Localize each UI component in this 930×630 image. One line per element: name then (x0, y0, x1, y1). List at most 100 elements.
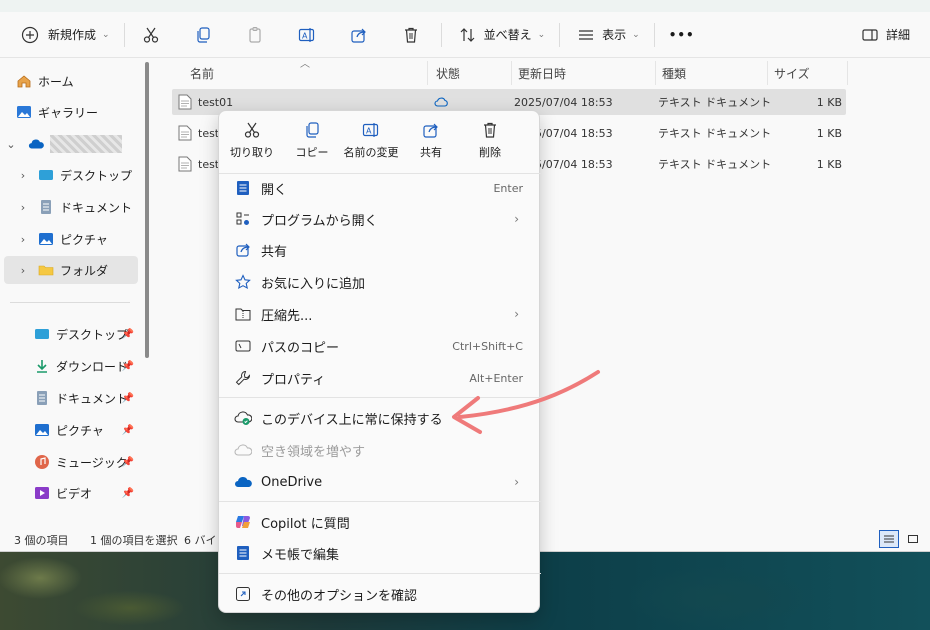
quick-access-downloads[interactable]: ダウンロード 📌 (34, 352, 138, 380)
cloud-keep-icon (233, 408, 253, 428)
open-icon (233, 178, 253, 198)
selected-count: 1 個の項目を選択 (90, 534, 178, 547)
sidebar-item-pictures[interactable]: › ピクチャ (16, 225, 154, 253)
menu-item-open[interactable]: 開く Enter (225, 173, 533, 203)
cut-icon (241, 119, 263, 141)
tiles-view-button[interactable] (903, 530, 923, 548)
quick-action-label: 切り取り (230, 146, 274, 159)
context-delete-button[interactable]: 削除 (460, 119, 520, 165)
view-button[interactable]: 表示 ⌄ (566, 19, 648, 51)
trash-icon (399, 23, 423, 47)
menu-item-label: プロパティ (261, 372, 326, 388)
sort-icon (456, 23, 480, 47)
sidebar-item-onedrive[interactable]: ⌄ (4, 130, 142, 158)
chevron-right-icon: › (20, 232, 26, 246)
menu-item-shortcut: Enter (493, 181, 523, 195)
desktop-icon (34, 326, 50, 342)
chevron-right-icon: › (514, 212, 519, 226)
menu-item-label: OneDrive (261, 474, 323, 490)
pin-icon[interactable]: 📌 (122, 393, 134, 404)
share-button[interactable] (339, 19, 379, 51)
menu-item-copilot[interactable]: Copilot に質問 (225, 507, 533, 537)
sidebar-item-folder[interactable]: › フォルダ (4, 256, 138, 284)
copy-button[interactable] (183, 19, 223, 51)
details-label: 詳細 (885, 28, 910, 42)
menu-item-label: 共有 (261, 244, 288, 260)
column-header-modified[interactable]: 更新日時 (512, 61, 656, 85)
pictures-icon (34, 422, 50, 438)
menu-item-compress[interactable]: 圧縮先... › (225, 299, 533, 329)
sidebar-item-desktop[interactable]: › デスクトップ (16, 161, 154, 189)
more-options-icon (233, 584, 253, 604)
column-header-status[interactable]: 状態 (430, 61, 512, 85)
new-button[interactable]: 新規作成 ⌄ (10, 19, 118, 51)
delete-button[interactable] (391, 19, 431, 51)
column-header-size[interactable]: サイズ (768, 61, 848, 85)
music-icon (34, 454, 50, 470)
quick-access-desktop[interactable]: デスクトップ 📌 (34, 320, 138, 348)
rename-button[interactable]: A (287, 19, 327, 51)
copy-icon (301, 119, 323, 141)
menu-item-share[interactable]: 共有 (225, 235, 533, 265)
cut-button[interactable] (131, 19, 171, 51)
menu-item-onedrive[interactable]: OneDrive › (225, 467, 533, 497)
details-view-icon (884, 535, 894, 543)
quick-access-pictures[interactable]: ピクチャ 📌 (34, 416, 138, 444)
toolbar-divider (653, 22, 655, 47)
menu-separator (219, 501, 541, 502)
file-size: 1 KB (816, 95, 842, 109)
column-label: 更新日時 (518, 66, 567, 81)
sidebar-item-gallery[interactable]: ギャラリー (16, 98, 154, 126)
plus-circle-icon (18, 23, 42, 47)
text-file-icon (178, 89, 192, 115)
file-size: 1 KB (816, 126, 842, 140)
pictures-folder-icon (38, 231, 54, 247)
context-share-button[interactable]: 共有 (401, 119, 461, 165)
pin-icon[interactable]: 📌 (122, 329, 134, 340)
share-icon (420, 119, 442, 141)
sort-button[interactable]: 並べ替え ⌄ (448, 19, 554, 51)
sort-up-icon: ︿ (300, 59, 310, 70)
quick-access-documents[interactable]: ドキュメント 📌 (34, 384, 138, 412)
text-file-icon (178, 151, 192, 177)
home-icon (16, 73, 32, 89)
sidebar-item-home[interactable]: ホーム (16, 67, 154, 95)
menu-item-more-options[interactable]: その他のオプションを確認 (225, 579, 533, 609)
chevron-right-icon: › (514, 475, 519, 489)
details-pane-button[interactable]: 詳細 (850, 19, 918, 51)
quick-action-label: 削除 (479, 146, 501, 159)
delete-icon (479, 119, 501, 141)
quick-access-videos[interactable]: ビデオ 📌 (34, 479, 138, 507)
folder-icon (38, 262, 54, 278)
apps-icon (233, 209, 253, 229)
pin-icon[interactable]: 📌 (122, 457, 134, 468)
column-label: 種類 (662, 66, 687, 81)
account-name-redacted (50, 135, 122, 153)
context-copy-button[interactable]: コピー (282, 119, 342, 165)
pin-icon[interactable]: 📌 (122, 425, 134, 436)
zip-folder-icon (233, 304, 253, 324)
sidebar-item-documents[interactable]: › ドキュメント (16, 193, 154, 221)
more-button[interactable]: ••• (661, 19, 703, 51)
gallery-icon (16, 104, 32, 120)
sidebar-item-label: ピクチャ (60, 232, 108, 247)
sidebar-item-label: フォルダ (60, 263, 109, 278)
toolbar-divider (123, 22, 125, 47)
paste-button[interactable] (235, 19, 275, 51)
quick-access-music[interactable]: ミュージック 📌 (34, 448, 138, 476)
menu-item-add-favorite[interactable]: お気に入りに追加 (225, 267, 533, 297)
menu-item-copy-path[interactable]: パスのコピー Ctrl+Shift+C (225, 331, 533, 361)
menu-item-edit-notepad[interactable]: メモ帳で編集 (225, 538, 533, 568)
new-label: 新規作成 (48, 28, 97, 42)
annotation-arrow-icon (452, 370, 600, 434)
context-rename-button[interactable]: A 名前の変更 (341, 119, 401, 165)
pin-icon[interactable]: 📌 (122, 488, 134, 499)
chevron-right-icon: › (20, 168, 26, 182)
sidebar-scrollbar[interactable] (145, 62, 149, 358)
pin-icon[interactable]: 📌 (122, 361, 134, 372)
toolbar-divider (559, 22, 561, 47)
details-view-button[interactable] (879, 530, 899, 548)
context-cut-button[interactable]: 切り取り (222, 119, 282, 165)
column-header-type[interactable]: 種類 (656, 61, 768, 85)
menu-item-open-with[interactable]: プログラムから開く › (225, 204, 533, 234)
